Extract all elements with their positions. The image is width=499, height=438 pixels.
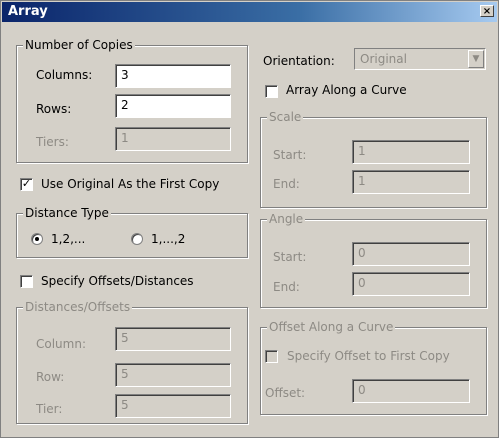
angle-end-input[interactable]: 0 <box>352 272 470 296</box>
columns-label: Columns: <box>36 68 93 82</box>
rows-label: Rows: <box>36 102 72 116</box>
distances-offsets-legend: Distances/Offsets <box>23 300 133 314</box>
scale-start-label: Start: <box>273 148 307 162</box>
orientation-label: Orientation: <box>263 54 335 68</box>
use-original-label[interactable]: Use Original As the First Copy <box>41 177 219 191</box>
tier-offset-input[interactable]: 5 <box>115 394 231 418</box>
column-offset-input[interactable]: 5 <box>115 327 231 351</box>
checkmark-icon: ✓ <box>21 177 32 190</box>
specify-offsets-label[interactable]: Specify Offsets/Distances <box>41 274 194 288</box>
distance-type-radio-2[interactable] <box>131 233 143 245</box>
window-title: Array <box>8 4 48 19</box>
angle-start-input[interactable]: 0 <box>352 242 470 266</box>
specify-offset-first-copy-checkbox[interactable] <box>265 350 278 363</box>
orientation-dropdown[interactable]: Original ▼ <box>354 48 486 70</box>
distance-type-option-2-label[interactable]: 1,...,2 <box>151 232 185 246</box>
array-along-curve-checkbox[interactable] <box>265 85 278 98</box>
tier-label: Tier: <box>36 402 63 416</box>
tiers-input[interactable]: 1 <box>115 127 231 151</box>
row-offset-input[interactable]: 5 <box>115 363 231 387</box>
specify-offset-first-copy-label[interactable]: Specify Offset to First Copy <box>287 349 450 363</box>
scale-legend: Scale <box>267 110 304 124</box>
row-label: Row: <box>36 370 65 384</box>
radio-selected-dot <box>35 237 39 241</box>
angle-legend: Angle <box>267 212 306 226</box>
orientation-value: Original <box>360 52 407 66</box>
offset-input[interactable]: 0 <box>352 379 470 403</box>
rows-input[interactable]: 2 <box>115 94 231 118</box>
scale-end-input[interactable]: 1 <box>352 170 470 194</box>
column-label: Column: <box>36 337 86 351</box>
number-of-copies-legend: Number of Copies <box>23 38 135 52</box>
specify-offsets-checkbox[interactable] <box>20 275 33 288</box>
array-dialog: Array × Number of Copies Columns: 3 Rows… <box>0 0 499 438</box>
title-bar[interactable]: Array × <box>2 2 497 22</box>
scale-end-label: End: <box>273 177 300 191</box>
angle-end-label: End: <box>273 280 300 294</box>
chevron-down-icon[interactable]: ▼ <box>468 50 484 68</box>
close-button[interactable]: × <box>480 5 494 17</box>
offset-along-curve-legend: Offset Along a Curve <box>267 320 396 334</box>
use-original-checkbox[interactable]: ✓ <box>20 178 33 191</box>
columns-input[interactable]: 3 <box>115 64 231 88</box>
distance-type-legend: Distance Type <box>23 206 111 220</box>
scale-start-input[interactable]: 1 <box>352 140 470 164</box>
distance-type-radio-1[interactable] <box>31 233 43 245</box>
distance-type-option-1-label[interactable]: 1,2,... <box>51 232 85 246</box>
offset-label: Offset: <box>265 386 306 400</box>
array-along-curve-label[interactable]: Array Along a Curve <box>286 83 407 97</box>
tiers-label: Tiers: <box>36 135 69 149</box>
angle-start-label: Start: <box>273 250 307 264</box>
